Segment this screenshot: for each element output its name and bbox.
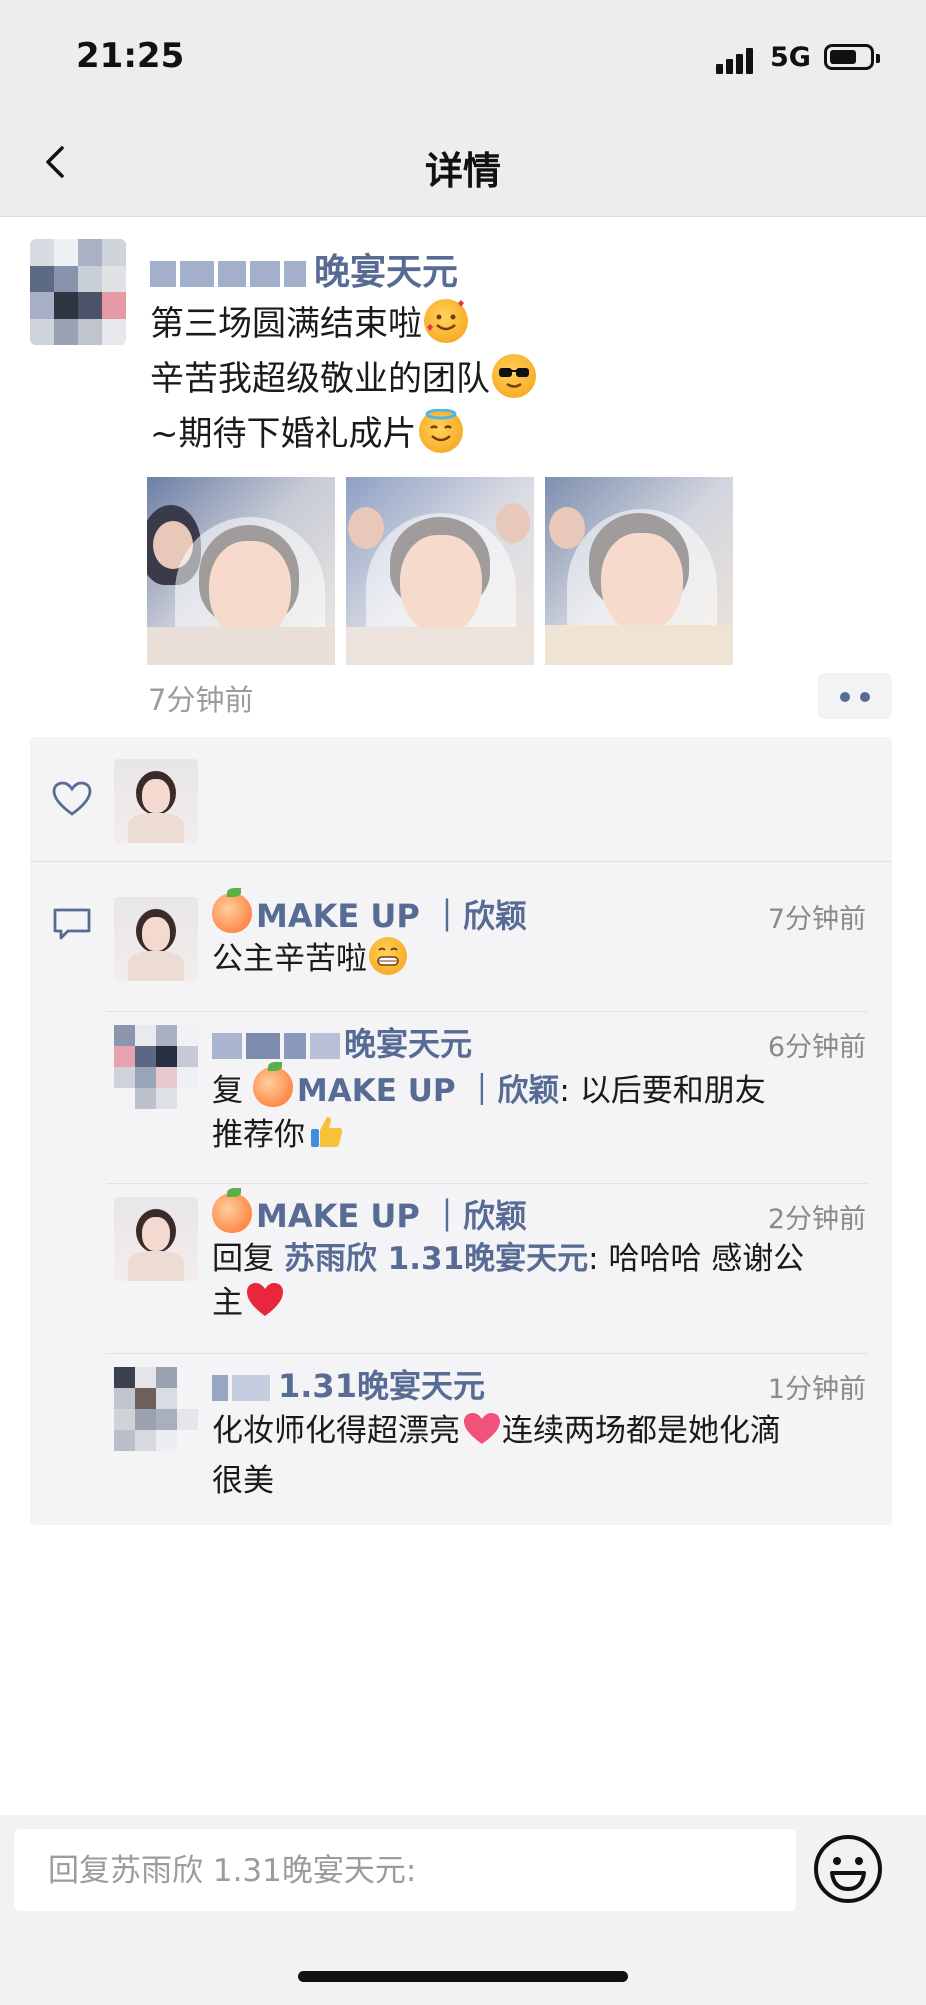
redacted-name-block <box>310 1033 340 1059</box>
comment-divider <box>106 1353 868 1354</box>
post-photo-1[interactable] <box>147 477 335 665</box>
reply-target[interactable]: MAKE UP ｜欣颖 <box>297 1073 560 1109</box>
reply-input-container[interactable] <box>14 1829 796 1913</box>
post-photo-2[interactable] <box>346 477 534 665</box>
commenter-name-text: 晚宴天元 <box>344 1025 473 1063</box>
comment-body-line2: 推荐你 <box>212 1117 305 1153</box>
pink-heart-icon <box>462 1411 502 1459</box>
redacted-name-block <box>232 1375 270 1401</box>
commenter-name-text: MAKE UP ｜欣颖 <box>256 1197 527 1235</box>
dot-icon <box>860 692 870 702</box>
grinning-face-icon <box>369 937 407 975</box>
reply-input[interactable] <box>46 1829 790 1913</box>
redacted-name-block <box>246 1033 280 1059</box>
commenter-avatar[interactable] <box>114 1025 198 1109</box>
comment-text[interactable]: 化妆师化得超漂亮 连续两场都是她化滴 很美 <box>212 1409 892 1503</box>
dot-icon <box>840 692 850 702</box>
comment-body-line2: 主 <box>212 1285 243 1321</box>
reply-prefix: 复 <box>212 1073 253 1109</box>
sunglasses-face-icon <box>492 354 536 398</box>
home-indicator <box>298 1971 628 1982</box>
comment-text[interactable]: 回复 苏雨欣 1.31晚宴天元: 哈哈哈 感谢公 主 <box>212 1237 872 1331</box>
comment-text[interactable]: 公主辛苦啦 <box>212 937 872 981</box>
commenter-avatar[interactable] <box>114 1197 198 1281</box>
comment-time: 6分钟前 <box>767 1032 866 1063</box>
status-time: 21:25 <box>76 36 185 76</box>
author-name[interactable]: 晚宴天元 <box>150 243 458 293</box>
comment-text[interactable]: 复 MAKE UP ｜欣颖: 以后要和朋友 推荐你 <box>212 1062 872 1163</box>
reply-input-bar <box>0 1815 926 2005</box>
comment-body: 公主辛苦啦 <box>212 941 367 977</box>
peach-icon <box>212 888 252 933</box>
red-heart-icon <box>245 1281 285 1331</box>
comment-body-cont: 连续两场都是她化滴 <box>502 1413 781 1449</box>
nav-bar: 详情 <box>0 110 926 217</box>
post-line-3: ~期待下婚礼成片 <box>150 414 417 454</box>
post-text: 第三场圆满结束啦 辛苦我超级敬业的团队 ~期待下婚礼成片 <box>150 297 536 462</box>
redacted-name-block <box>212 1375 228 1401</box>
commenter-avatar[interactable] <box>114 1367 198 1451</box>
comment-time: 2分钟前 <box>767 1204 866 1235</box>
redacted-name-block <box>180 261 214 287</box>
halo-face-icon <box>418 408 463 453</box>
interaction-panel: MAKE UP ｜欣颖 7分钟前 公主辛苦啦 晚宴天元 6分钟前 复 MAKE … <box>30 737 892 1525</box>
liker-avatar[interactable] <box>114 759 198 843</box>
commenter-avatar[interactable] <box>114 897 198 981</box>
comment-divider <box>106 1183 868 1184</box>
thumbs-up-icon <box>307 1113 345 1163</box>
comment-divider <box>106 1011 868 1012</box>
redacted-name-block <box>212 1033 242 1059</box>
post-timestamp: 7分钟前 <box>148 683 254 717</box>
signal-icon <box>716 46 762 74</box>
network-type: 5G <box>770 42 811 73</box>
author-name-suffix: 晚宴天元 <box>314 252 459 293</box>
status-bar: 21:25 5G <box>0 0 926 110</box>
comment-time: 7分钟前 <box>767 904 866 935</box>
smiling-face-with-hearts-icon <box>424 299 468 343</box>
commenter-name[interactable]: MAKE UP ｜欣颖 <box>212 888 527 937</box>
commenter-name-text: MAKE UP ｜欣颖 <box>256 897 527 935</box>
heart-icon <box>52 781 92 816</box>
commenter-name[interactable]: 晚宴天元 <box>212 1019 472 1065</box>
more-actions-button[interactable] <box>818 673 892 719</box>
redacted-name-block <box>284 1033 306 1059</box>
comment-body: : 以后要和朋友 <box>559 1073 766 1109</box>
comment-icon <box>53 908 91 940</box>
reply-target[interactable]: 苏雨欣 1.31晚宴天元 <box>284 1241 588 1277</box>
comment-body-line2: 很美 <box>212 1463 274 1499</box>
post-line-2: 辛苦我超级敬业的团队 <box>150 359 490 399</box>
likes-row <box>30 737 892 862</box>
redacted-name-block <box>218 261 246 287</box>
comment-time: 1分钟前 <box>767 1374 866 1405</box>
redacted-name-block <box>150 261 176 287</box>
post-photo-3[interactable] <box>545 477 733 665</box>
comment-body: 化妆师化得超漂亮 <box>212 1413 460 1449</box>
battery-icon <box>824 44 880 70</box>
author-avatar[interactable] <box>30 239 126 345</box>
post-line-1: 第三场圆满结束啦 <box>150 304 422 344</box>
reply-prefix: 回复 <box>212 1241 284 1277</box>
emoji-icon[interactable] <box>812 1833 884 1905</box>
peach-icon <box>212 1188 252 1233</box>
commenter-name[interactable]: MAKE UP ｜欣颖 <box>212 1188 527 1237</box>
comment-body: : 哈哈哈 感谢公 <box>588 1241 805 1277</box>
commenter-name-text: 1.31晚宴天元 <box>278 1367 485 1405</box>
page-title: 详情 <box>424 149 501 193</box>
redacted-name-block <box>250 261 280 287</box>
redacted-name-block <box>284 261 306 287</box>
commenter-name[interactable]: 1.31晚宴天元 <box>212 1361 485 1407</box>
peach-icon <box>252 1062 293 1107</box>
